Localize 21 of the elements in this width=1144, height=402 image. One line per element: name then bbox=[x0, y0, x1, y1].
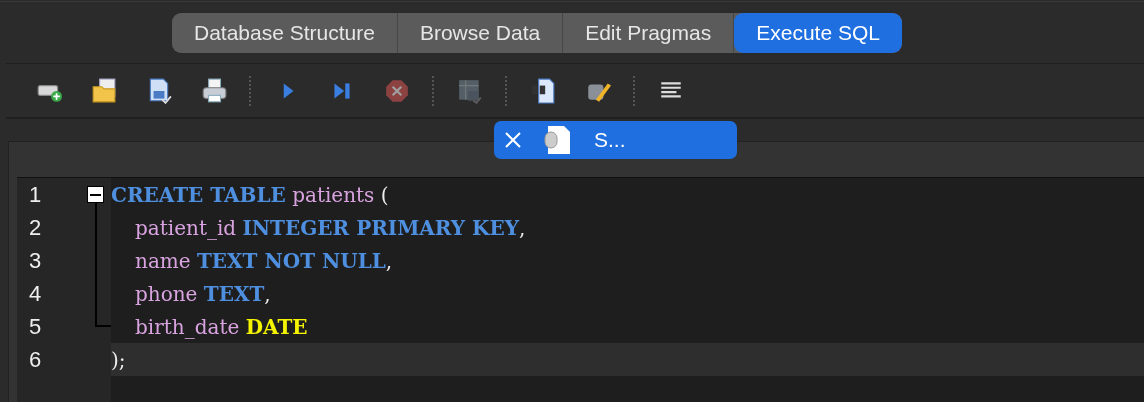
code-line: name TEXT NOT NULL, bbox=[134, 248, 393, 273]
tab[interactable]: Browse Data bbox=[397, 13, 564, 53]
database-file-icon bbox=[544, 125, 572, 155]
tab[interactable]: Database Structure bbox=[172, 13, 398, 53]
code-line: ); bbox=[111, 347, 126, 372]
line-number: 3 bbox=[28, 246, 43, 275]
close-icon[interactable] bbox=[504, 131, 522, 149]
code-line: phone TEXT, bbox=[134, 281, 271, 306]
fold-toggle[interactable] bbox=[87, 186, 104, 203]
line-number: 1 bbox=[28, 180, 43, 209]
printer-icon[interactable] bbox=[200, 77, 227, 104]
tab[interactable]: Execute SQL bbox=[734, 13, 902, 53]
code-line: birth_date DATE bbox=[134, 314, 308, 339]
editor-tab[interactable]: S... bbox=[494, 121, 737, 159]
line-number: 4 bbox=[28, 279, 43, 308]
line-number: 6 bbox=[28, 345, 43, 374]
code-line: patient_id INTEGER PRIMARY KEY, bbox=[134, 215, 526, 240]
folder-icon[interactable] bbox=[90, 77, 117, 104]
line-number: 5 bbox=[28, 312, 43, 341]
code-line: CREATE TABLE patients ( bbox=[111, 182, 389, 207]
line-number: 2 bbox=[28, 213, 43, 242]
